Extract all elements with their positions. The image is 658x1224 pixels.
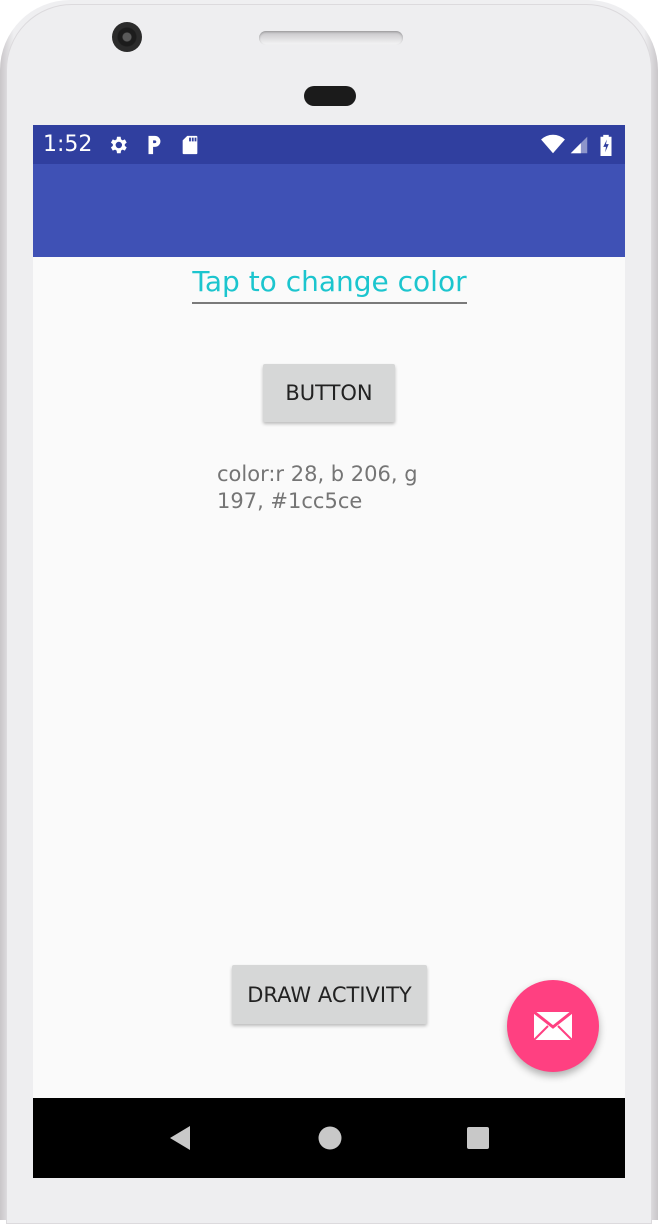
earpiece-speaker	[259, 31, 403, 45]
gear-icon	[110, 136, 127, 154]
proximity-sensor	[304, 86, 356, 106]
signal-icon	[570, 136, 588, 154]
color-edit-text[interactable]: Tap to change color	[192, 262, 467, 304]
back-icon[interactable]	[167, 1124, 193, 1152]
main-button[interactable]: BUTTON	[263, 364, 395, 422]
parking-icon	[148, 135, 161, 155]
home-icon[interactable]	[316, 1124, 344, 1152]
status-bar: 1:52	[33, 125, 625, 164]
screen: 1:52 Tap to change color BUTTON color:r …	[33, 125, 625, 1178]
mail-icon	[533, 1011, 573, 1041]
draw-activity-button[interactable]: DRAW ACTIVITY	[232, 965, 427, 1024]
status-time: 1:52	[43, 132, 93, 157]
app-bar	[33, 164, 625, 257]
sd-card-icon	[182, 135, 198, 155]
color-info-text: color:r 28, b 206, g 197, #1cc5ce	[217, 462, 418, 513]
battery-charging-icon	[600, 134, 612, 156]
navigation-bar	[33, 1098, 625, 1178]
recents-icon[interactable]	[465, 1124, 491, 1152]
fab-mail-button[interactable]	[507, 980, 599, 1072]
front-camera	[112, 22, 142, 52]
wifi-icon	[541, 134, 565, 154]
